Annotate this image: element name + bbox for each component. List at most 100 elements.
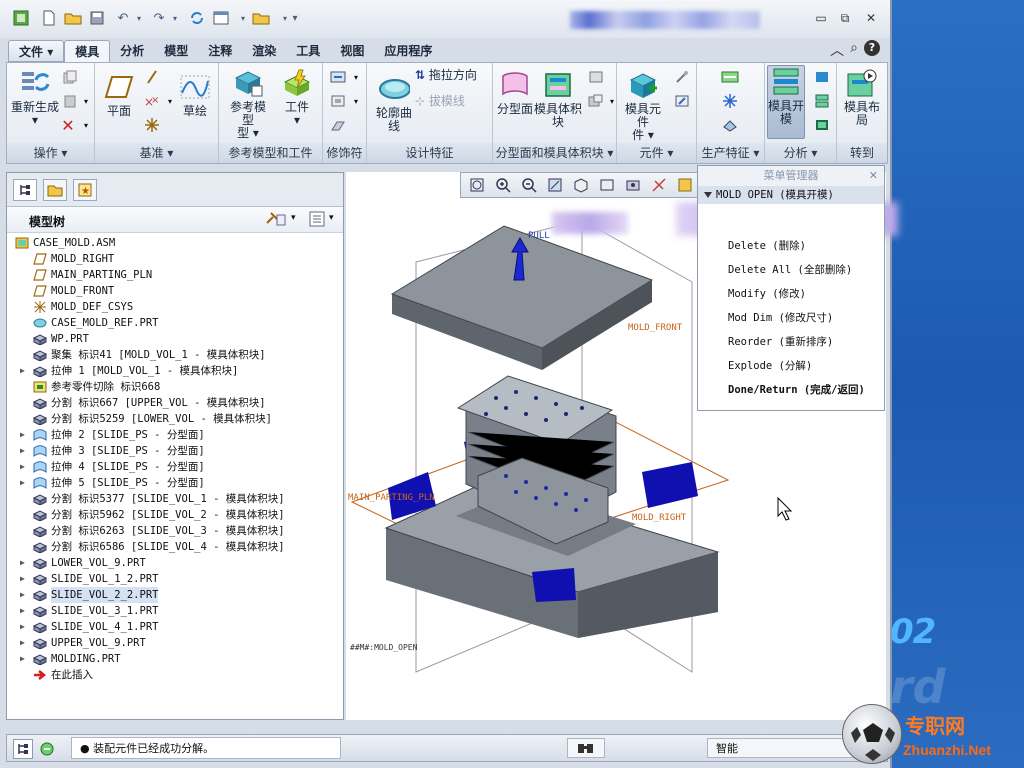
undo-dropdown-icon[interactable]: ▾: [130, 9, 148, 27]
tab-model[interactable]: 模型: [154, 40, 198, 62]
tree-row[interactable]: 在此插入: [7, 667, 343, 683]
tab-applications[interactable]: 应用程序: [374, 40, 442, 62]
tree-row[interactable]: ▶ SLIDE_VOL_4_1.PRT: [7, 619, 343, 635]
repaint-icon[interactable]: [543, 175, 567, 195]
find-icon[interactable]: [567, 738, 605, 758]
tree-row[interactable]: ▶ SLIDE_VOL_2_2.PRT: [7, 587, 343, 603]
profile-curve-button[interactable]: 轮廓曲线: [371, 73, 417, 133]
sketch-button[interactable]: 草绘: [177, 71, 213, 118]
ejector-icon[interactable]: [721, 117, 739, 133]
help-icon[interactable]: ?: [864, 40, 880, 56]
tree-row[interactable]: ▶ 拉伸 2 [SLIDE_PS - 分型面]: [7, 427, 343, 443]
group-label-parting[interactable]: 分型面和模具体积块 ▾: [493, 143, 616, 163]
more-view-tools-icon[interactable]: [673, 175, 697, 195]
new-file-icon[interactable]: [40, 9, 58, 27]
mold-component-button[interactable]: 模具元件件 ▾: [621, 69, 665, 142]
group-label-datum[interactable]: 基准 ▾: [95, 143, 218, 163]
tree-expand-icon[interactable]: ▶: [20, 555, 30, 571]
interference-icon[interactable]: [813, 69, 831, 85]
folder-browser-tab-icon[interactable]: [43, 179, 67, 201]
tab-render[interactable]: 渲染: [242, 40, 286, 62]
tree-row[interactable]: MAIN_PARTING_PLN: [7, 267, 343, 283]
tree-row[interactable]: ▶ 拉伸 3 [SLIDE_PS - 分型面]: [7, 443, 343, 459]
menu-item-reorder[interactable]: Reorder (重新排序): [728, 334, 833, 350]
tree-row[interactable]: ▶ MOLDING.PRT: [7, 651, 343, 667]
group-label-goto[interactable]: 转到: [837, 143, 887, 163]
tree-expand-icon[interactable]: ▶: [20, 619, 30, 635]
close-button[interactable]: ✕: [862, 10, 880, 26]
shrink-dim-dropdown-icon[interactable]: ▾: [347, 93, 365, 109]
tab-annotate[interactable]: 注释: [198, 40, 242, 62]
tree-row[interactable]: 分割 标识5962 [SLIDE_VOL_2 - 模具体积块]: [7, 507, 343, 523]
group-label-analysis[interactable]: 分析 ▾: [765, 143, 836, 163]
tree-expand-icon[interactable]: ▶: [20, 475, 30, 491]
favorites-tab-icon[interactable]: ★: [73, 179, 97, 201]
tree-expand-icon[interactable]: ▶: [20, 427, 30, 443]
menu-manager-header[interactable]: MOLD OPEN (模具开模): [698, 186, 884, 204]
tree-expand-icon[interactable]: ▶: [20, 459, 30, 475]
menu-manager-close-icon[interactable]: ✕: [869, 166, 878, 186]
shrink-dropdown-icon[interactable]: ▾: [347, 69, 365, 85]
regenerate-button[interactable]: 重新生成 ▾: [11, 67, 59, 127]
tree-row[interactable]: ▶ UPPER_VOL_9.PRT: [7, 635, 343, 651]
projected-area-icon[interactable]: [813, 117, 831, 133]
plane-button[interactable]: 平面: [101, 71, 137, 118]
tree-row[interactable]: CASE_MOLD_REF.PRT: [7, 315, 343, 331]
selection-filter[interactable]: 智能: [707, 738, 857, 758]
refit-icon[interactable]: [465, 175, 489, 195]
group-label-design-features[interactable]: 设计特征: [367, 143, 492, 163]
group-label-modifiers[interactable]: 修饰符: [323, 143, 366, 163]
pull-direction-button[interactable]: ⇅ 拖拉方向: [415, 69, 493, 82]
tab-view[interactable]: 视图: [330, 40, 374, 62]
windows-dropdown-icon[interactable]: ▾: [234, 9, 252, 27]
tab-tools[interactable]: 工具: [286, 40, 330, 62]
axis-icon[interactable]: [143, 69, 161, 85]
model-tree-tab-icon[interactable]: [13, 179, 37, 201]
point-icon[interactable]: × ×: [143, 93, 161, 109]
menu-item-done-return[interactable]: Done/Return (完成/返回): [728, 382, 865, 398]
status-tree-icon[interactable]: [13, 739, 33, 759]
tree-expand-icon[interactable]: ▶: [20, 571, 30, 587]
copy-icon[interactable]: [61, 69, 79, 85]
tree-row[interactable]: 分割 标识6263 [SLIDE_VOL_3 - 模具体积块]: [7, 523, 343, 539]
save-icon[interactable]: [88, 9, 106, 27]
runner-icon[interactable]: [721, 93, 739, 109]
tree-expand-icon[interactable]: ▶: [20, 651, 30, 667]
tree-expand-icon[interactable]: ▶: [20, 443, 30, 459]
group-label-ref-model[interactable]: 参考模型和工件: [219, 143, 322, 163]
mold-layout-button[interactable]: 模具布局: [841, 67, 883, 127]
tree-row[interactable]: ▶ LOWER_VOL_9.PRT: [7, 555, 343, 571]
customize-toolbar-icon[interactable]: ▾: [286, 9, 304, 27]
shrink-icon[interactable]: [329, 69, 347, 85]
menu-item-delete[interactable]: Delete (删除): [728, 238, 806, 254]
delete-dropdown-icon[interactable]: ▾: [77, 117, 95, 133]
tree-expand-icon[interactable]: ▶: [20, 603, 30, 619]
tree-row[interactable]: 分割 标识5377 [SLIDE_VOL_1 - 模具体积块]: [7, 491, 343, 507]
saved-views-icon[interactable]: [595, 175, 619, 195]
group-label-production[interactable]: 生产特征 ▾: [697, 143, 764, 163]
tree-expand-icon[interactable]: ▶: [20, 635, 30, 651]
tab-file[interactable]: 文件 ▾: [8, 40, 65, 62]
close-window-icon[interactable]: [252, 9, 270, 27]
tree-row[interactable]: ▶ 拉伸 5 [SLIDE_PS - 分型面]: [7, 475, 343, 491]
component-op-icon[interactable]: [673, 69, 691, 85]
menu-item-modify[interactable]: Modify (修改): [728, 286, 806, 302]
regenerate-small-icon[interactable]: [188, 9, 206, 27]
tab-mold[interactable]: 模具: [64, 40, 111, 62]
tree-row[interactable]: ▶ SLIDE_VOL_3_1.PRT: [7, 603, 343, 619]
view-manager-icon[interactable]: [621, 175, 645, 195]
tree-show-dropdown-icon[interactable]: ▾: [329, 213, 334, 223]
tree-row[interactable]: 分割 标识6586 [SLIDE_VOL_4 - 模具体积块]: [7, 539, 343, 555]
search-icon[interactable]: ⌕: [850, 40, 858, 60]
shrink-dim-icon[interactable]: [329, 93, 347, 109]
minimize-ribbon-icon[interactable]: ︿: [830, 40, 844, 60]
display-style-icon[interactable]: [569, 175, 593, 195]
menu-item-delete-all[interactable]: Delete All (全部删除): [728, 262, 852, 278]
tree-row[interactable]: 聚集 标识41 [MOLD_VOL_1 - 模具体积块]: [7, 347, 343, 363]
zoom-in-icon[interactable]: [491, 175, 515, 195]
tree-row[interactable]: MOLD_RIGHT: [7, 251, 343, 267]
ref-model-button[interactable]: 参考模型型 ▾: [225, 67, 271, 140]
menu-item-mod-dim[interactable]: Mod Dim (修改尺寸): [728, 310, 833, 326]
draft-line-button[interactable]: ⊹ 拔模线: [415, 95, 493, 108]
datum-display-icon[interactable]: [647, 175, 671, 195]
